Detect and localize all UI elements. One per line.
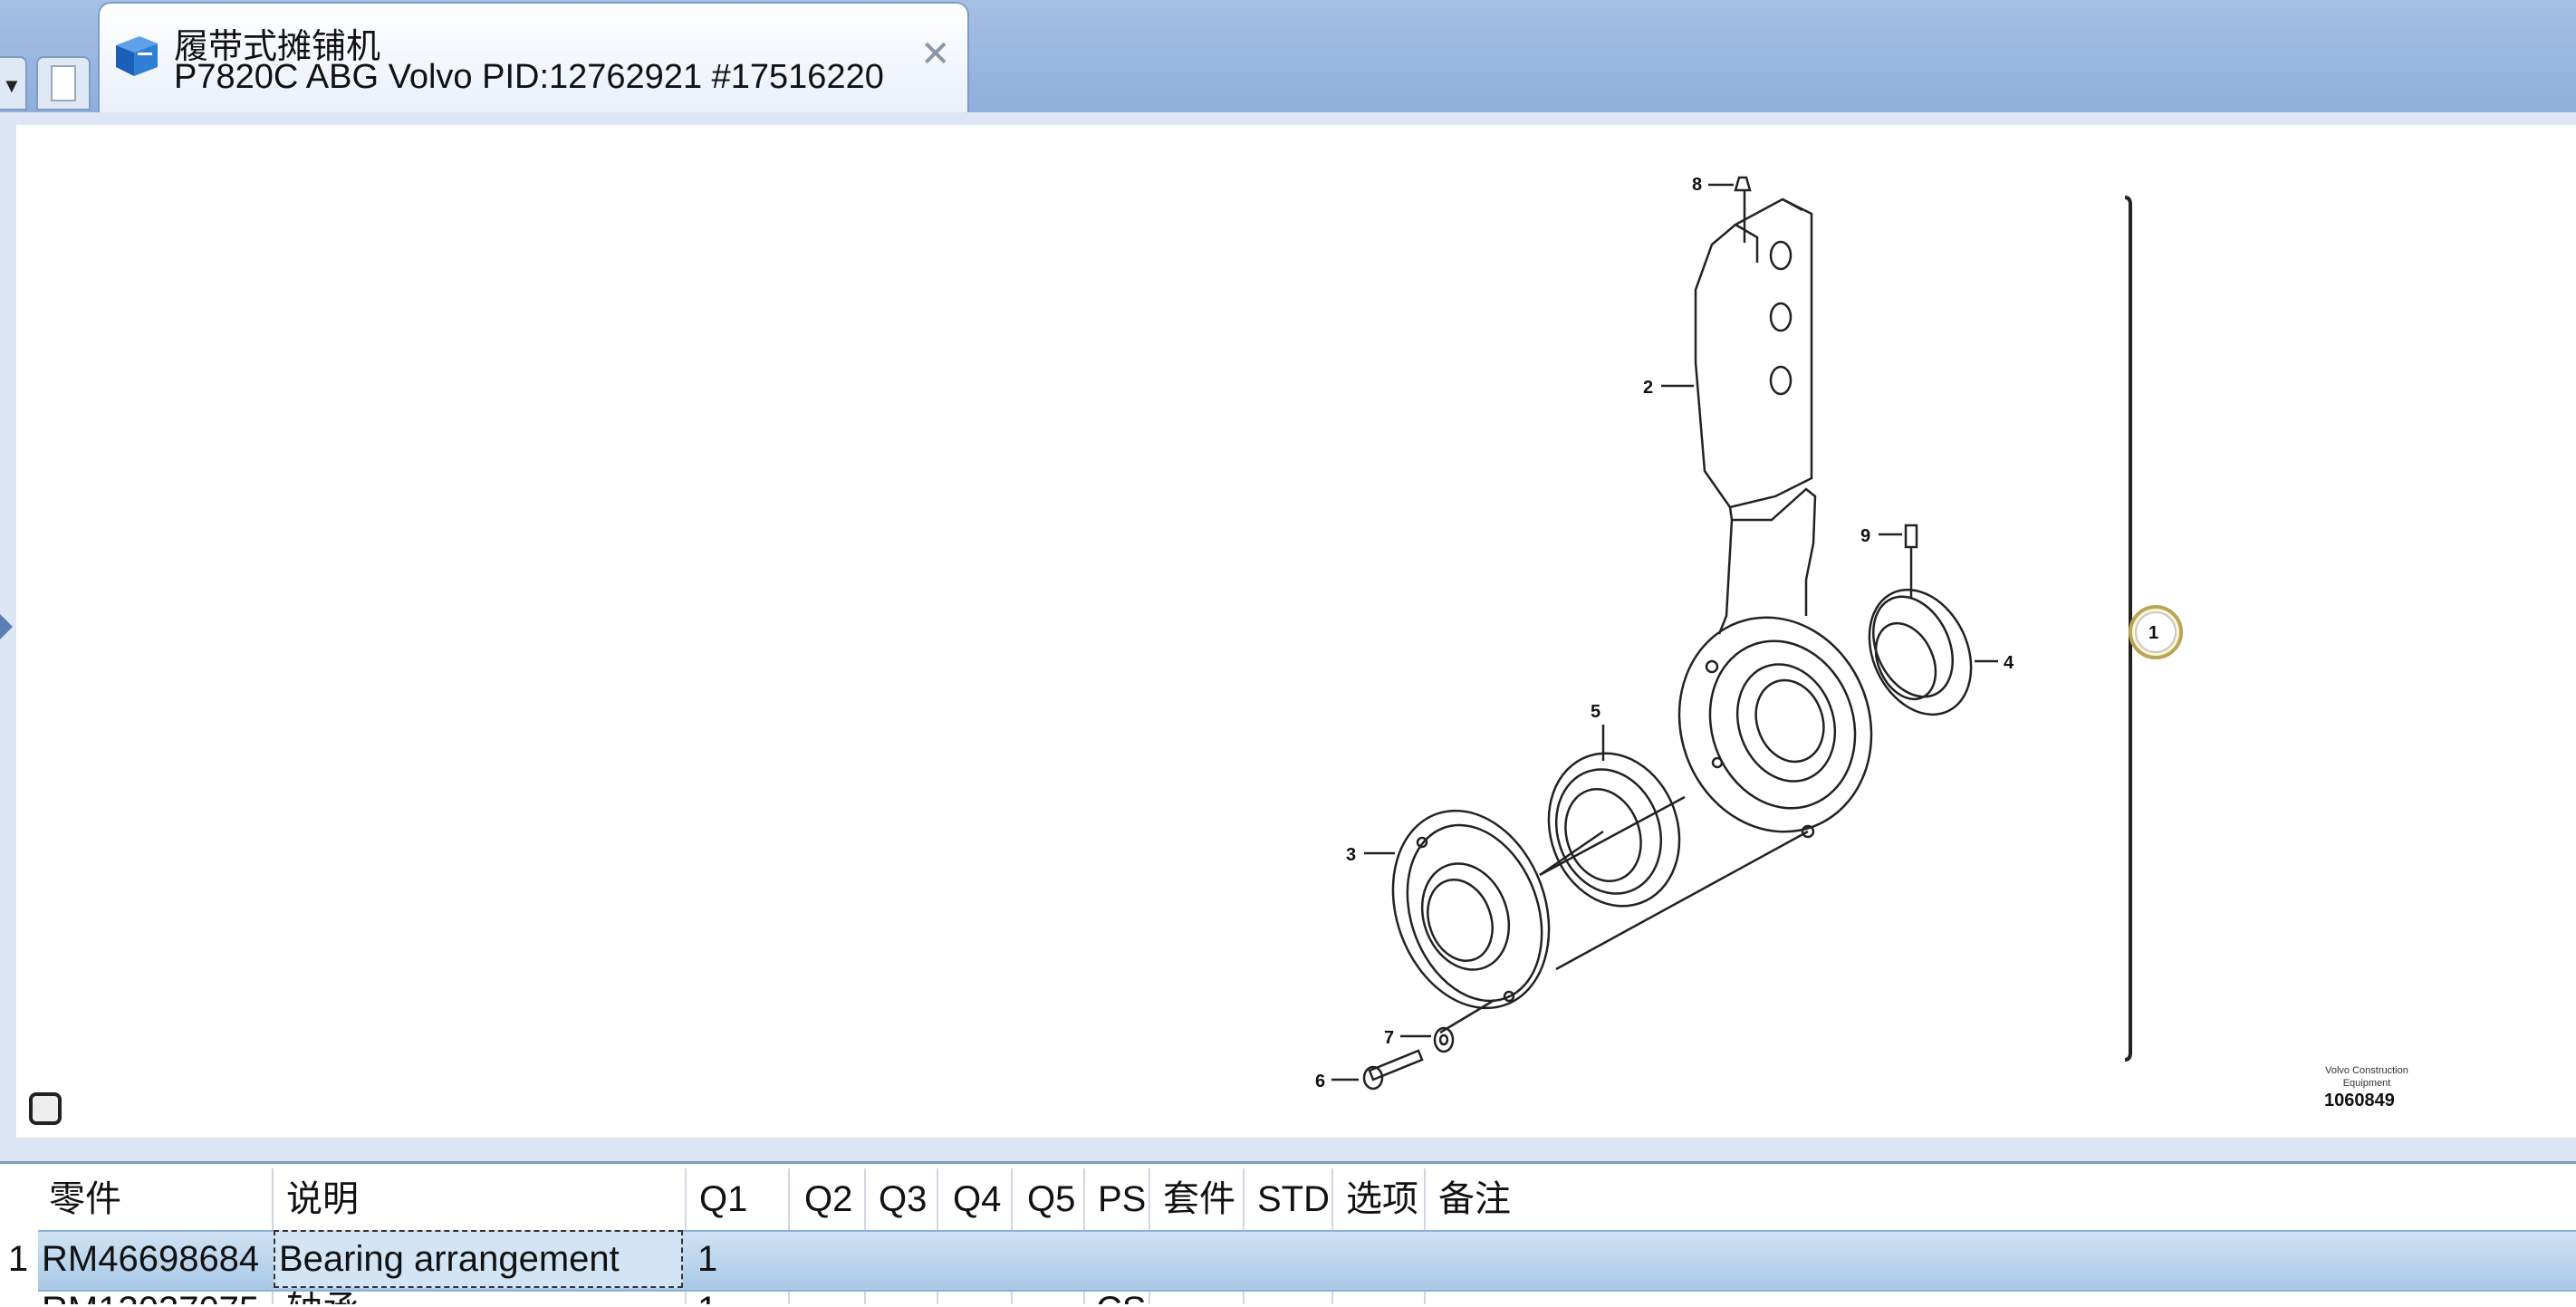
table-row-2-part[interactable]: RM13037075 bbox=[42, 1292, 259, 1304]
callout-3[interactable]: 3 bbox=[1346, 845, 1356, 865]
table-row-2-ps[interactable]: CS bbox=[1096, 1292, 1147, 1304]
callout-6[interactable]: 6 bbox=[1315, 1072, 1325, 1091]
table-row-2-desc[interactable]: 轴承 bbox=[286, 1292, 359, 1304]
col-header-option[interactable]: 选项 bbox=[1346, 1168, 1418, 1230]
col-header-ps[interactable]: PS bbox=[1098, 1168, 1146, 1230]
col-header-q2[interactable]: Q2 bbox=[804, 1168, 852, 1230]
col-header-note[interactable]: 备注 bbox=[1438, 1168, 1511, 1230]
exploded-parts-diagram: 1 2 3 4 5 6 7 8 9 bbox=[1315, 175, 2183, 1091]
col-header-part[interactable]: 零件 bbox=[49, 1168, 121, 1230]
cell-description[interactable]: Bearing arrangement bbox=[274, 1230, 683, 1288]
callout-7[interactable]: 7 bbox=[1384, 1028, 1394, 1048]
row-index: 1 bbox=[7, 1239, 29, 1279]
brand-line1: Volvo Construction bbox=[2325, 1065, 2408, 1076]
cell-q1[interactable]: 1 bbox=[697, 1230, 779, 1288]
callout-5[interactable]: 5 bbox=[1591, 702, 1600, 722]
col-header-q1[interactable]: Q1 bbox=[699, 1168, 747, 1230]
callout-8[interactable]: 8 bbox=[1692, 175, 1702, 195]
col-header-std[interactable]: STD bbox=[1257, 1168, 1330, 1230]
drawing-number: 1060849 bbox=[2324, 1091, 2395, 1110]
brand-line2: Equipment bbox=[2342, 1078, 2391, 1089]
col-header-description[interactable]: 说明 bbox=[286, 1168, 359, 1230]
callout-9[interactable]: 9 bbox=[1860, 526, 1870, 546]
callout-4[interactable]: 4 bbox=[2004, 653, 2014, 673]
zoom-toggle-button[interactable] bbox=[29, 1092, 62, 1125]
col-header-q5[interactable]: Q5 bbox=[1027, 1168, 1075, 1230]
callout-1[interactable]: 1 bbox=[2148, 623, 2158, 643]
cell-part-number[interactable]: RM46698684 bbox=[42, 1230, 268, 1288]
col-header-q4[interactable]: Q4 bbox=[953, 1168, 1001, 1230]
table-row-2-q1[interactable]: 1 bbox=[697, 1292, 717, 1304]
col-header-kit[interactable]: 套件 bbox=[1163, 1168, 1235, 1230]
callout-2[interactable]: 2 bbox=[1643, 378, 1653, 398]
col-header-q3[interactable]: Q3 bbox=[879, 1168, 927, 1230]
